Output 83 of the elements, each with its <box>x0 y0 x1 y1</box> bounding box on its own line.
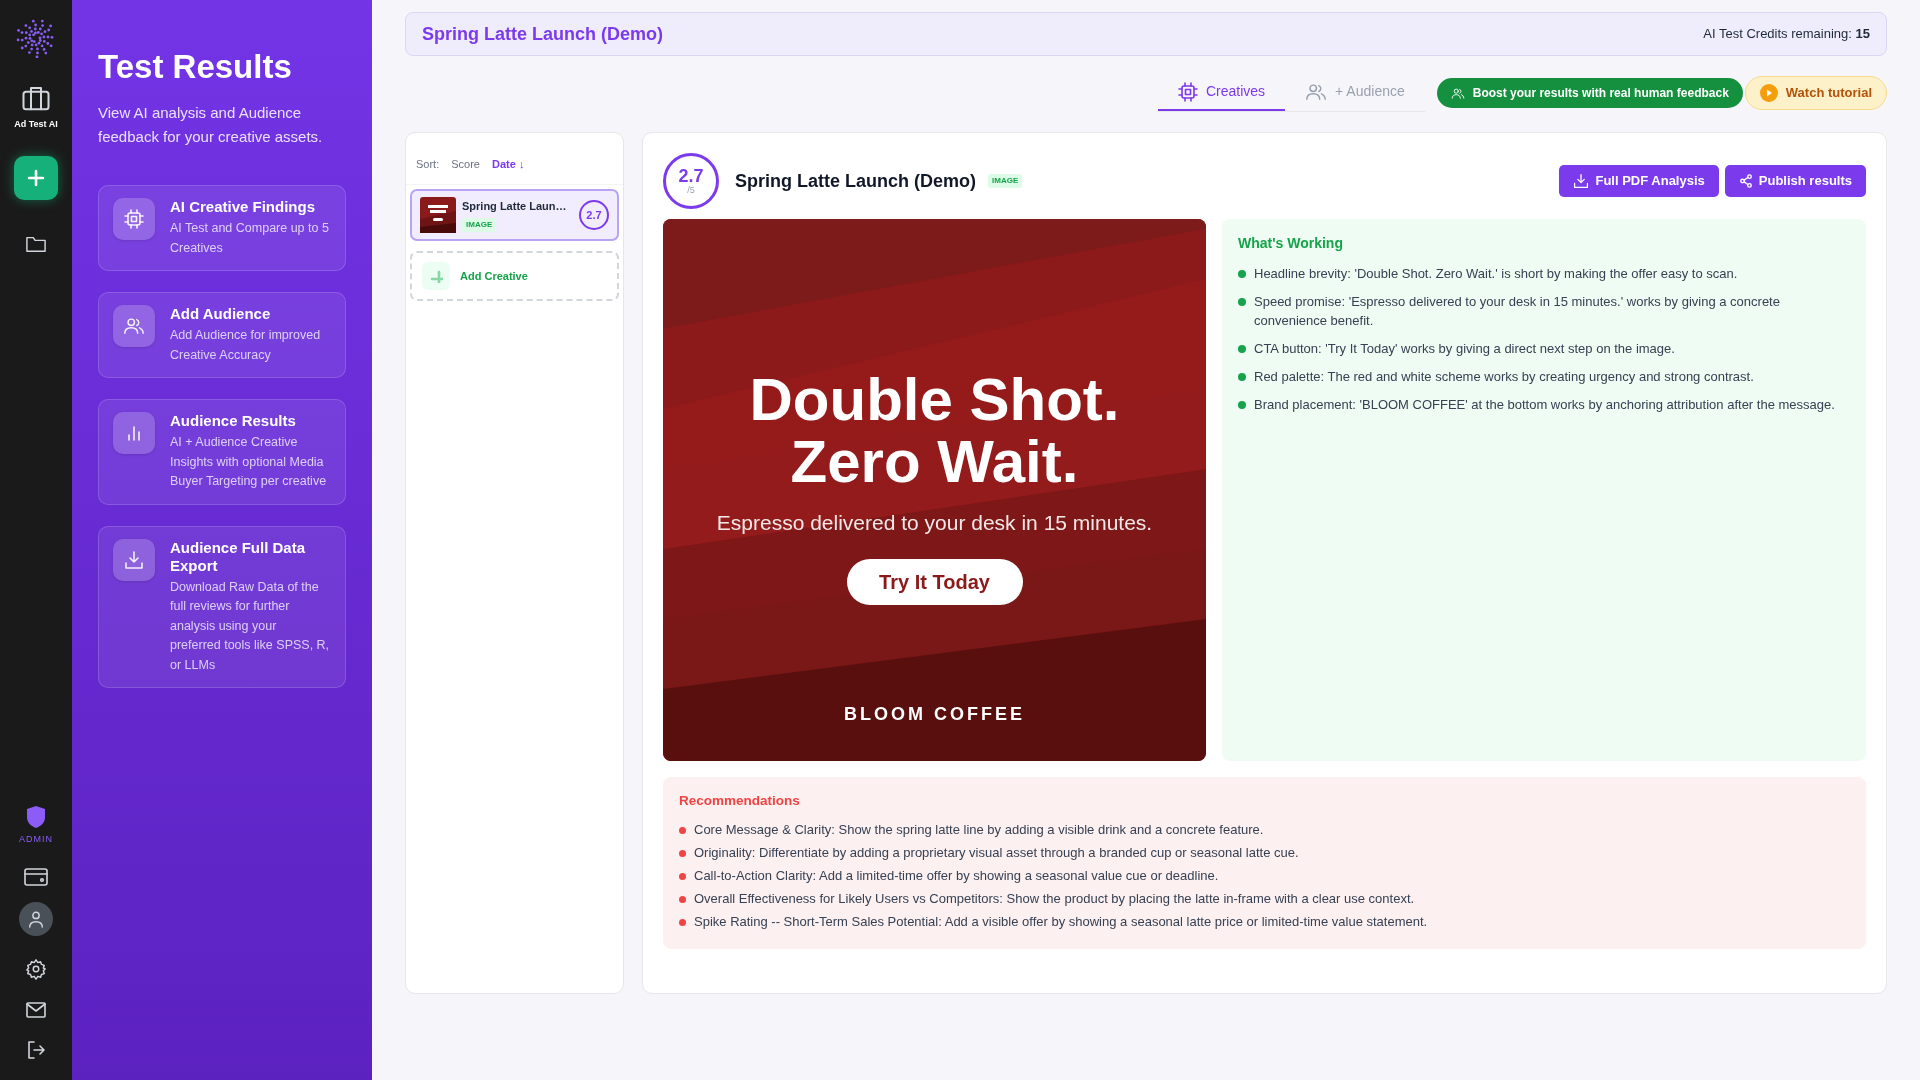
working-item: Headline brevity: 'Double Shot. Zero Wait.' is short by making the offer easy to scan. <box>1254 265 1738 283</box>
play-icon <box>1759 84 1778 102</box>
ad-subline: Espresso delivered to your desk in 15 minutes. <box>716 510 1153 536</box>
user-avatar[interactable] <box>19 902 53 936</box>
share-icon <box>1738 174 1753 188</box>
feature-description: AI + Audience Creative Insights with optional Media Buyer Targeting per creative <box>170 434 328 491</box>
feature-card[interactable]: AI Creative Findings AI Test and Compare up to 5 Creatives <box>98 185 346 272</box>
bullet-icon <box>1238 298 1246 306</box>
creative-name: Spring Latte Laun… <box>462 199 568 215</box>
feature-icon <box>113 412 155 455</box>
project-title: Spring Latte Launch (Demo) <box>422 22 663 46</box>
feature-card[interactable]: Audience Results AI + Audience Creative Insights with optional Media Buyer Targeting per creative <box>98 399 346 505</box>
score-value: 2.7 <box>678 167 704 185</box>
bullet-icon <box>1238 373 1246 381</box>
feature-description: Add Audience for improved Creative Accuracy <box>170 327 322 364</box>
score-badge: 2.7 <box>579 200 609 230</box>
recommendation-item: Spike Rating -- Short-Term Sales Potential: Add a visible offer by showing a seasonal latte price or limited-time value statement. <box>694 914 1428 930</box>
plus-icon <box>26 167 46 188</box>
feature-title: Audience Results <box>170 412 297 431</box>
bullet-icon <box>1238 401 1246 409</box>
feature-card[interactable]: Add Audience Add Audience for improved Creative Accuracy <box>98 292 346 379</box>
sort-label: Sort: <box>416 157 440 173</box>
sort-option[interactable]: Date ↓ <box>492 156 525 173</box>
working-item: Red palette: The red and white scheme works by creating urgency and strong contrast. <box>1254 368 1754 386</box>
section-title: Recommendations <box>679 792 801 810</box>
feature-description: Download Raw Data of the full reviews for further analysis using your preferred tools like SPSS, R, or LLMs <box>170 578 330 674</box>
feature-title: Add Audience <box>170 305 272 324</box>
billing-card-icon[interactable] <box>24 868 48 886</box>
ad-test-nav[interactable]: Ad Test AI <box>14 84 58 132</box>
feature-icon <box>113 198 155 241</box>
publish-results-button[interactable]: Publish results <box>1724 165 1866 197</box>
add-creative-button[interactable]: Add Creative <box>410 251 619 301</box>
bullet-icon <box>679 850 686 858</box>
credits-text: AI Test Credits remaining: 15 <box>1703 25 1870 44</box>
briefcase-icon <box>21 84 51 112</box>
ad-headline: Zero Wait. <box>790 431 1079 493</box>
sort-option[interactable]: Score <box>451 156 480 173</box>
watch-tutorial-button[interactable]: Watch tutorial <box>1744 76 1887 110</box>
creative-list-item[interactable]: Spring Latte Laun… IMAGE 2.7 <box>410 189 619 241</box>
feature-title: Audience Full Data Export <box>170 538 307 575</box>
tab[interactable]: Creatives <box>1157 74 1286 111</box>
download-icon <box>1573 173 1590 189</box>
ad-headline: Double Shot. <box>749 369 1120 431</box>
feature-description: AI Test and Compare up to 5 Creatives <box>170 220 330 257</box>
section-title: What's Working <box>1238 234 1344 253</box>
page-subtitle: View AI analysis and Audience feedback for your creative assets. <box>98 103 324 148</box>
bullet-icon <box>1238 270 1246 278</box>
settings-icon[interactable] <box>25 958 47 980</box>
shield-icon <box>26 804 46 829</box>
logo-icon <box>16 18 56 58</box>
boost-button[interactable]: Boost your results with real human feedback <box>1436 78 1743 108</box>
image-tag: IMAGE <box>988 174 1023 188</box>
feature-icon <box>113 538 155 581</box>
pdf-analysis-button[interactable]: Full PDF Analysis <box>1559 165 1719 197</box>
bullet-icon <box>679 873 686 881</box>
ad-brand: BLOOM COFFEE <box>844 702 1025 726</box>
feature-icon <box>113 305 155 348</box>
plus-icon <box>422 262 450 290</box>
recommendation-item: Originality: Differentiate by adding a proprietary visual asset through a branded cup or seasonal latte cue. <box>694 845 1299 861</box>
creative-title: Spring Latte Launch (Demo) <box>735 169 976 193</box>
recommendation-item: Overall Effectiveness for Likely Users vs Competitors: Show the product by placing the latte in-frame with a clear use context. <box>694 891 1415 907</box>
bullet-icon <box>1238 345 1246 353</box>
people-icon <box>1305 81 1328 102</box>
score-max: /5 <box>687 186 695 195</box>
recommendation-item: Call-to-Action Clarity: Add a limited-time offer by showing a seasonal value cue or deadline. <box>694 868 1219 884</box>
working-item: CTA button: 'Try It Today' works by giving a direct next step on the image. <box>1254 340 1675 358</box>
feature-title: AI Creative Findings <box>170 198 317 217</box>
admin-nav[interactable]: ADMIN <box>19 804 53 846</box>
bullet-icon <box>679 896 686 904</box>
working-item: Brand placement: 'BLOOM COFFEE' at the bottom works by anchoring attribution after the message. <box>1254 396 1835 414</box>
bullet-icon <box>679 919 686 927</box>
people-icon <box>1450 86 1465 100</box>
logout-icon[interactable] <box>26 1040 46 1060</box>
new-test-button[interactable] <box>14 155 58 200</box>
creative-thumbnail <box>420 197 456 233</box>
bullet-icon <box>679 827 686 835</box>
chip-icon <box>1177 81 1198 102</box>
image-tag: IMAGE <box>462 217 497 232</box>
feature-card[interactable]: Audience Full Data Export Download Raw Data of the full reviews for further analysis using your preferred tools like SPSS, R, or LLMs <box>98 525 346 689</box>
working-item: Speed promise: 'Espresso delivered to your desk in 15 minutes.' works by giving a concrete convenience benefit. <box>1254 293 1781 330</box>
mail-icon[interactable] <box>26 1002 46 1018</box>
page-title: Test Results <box>98 47 293 87</box>
recommendation-item: Core Message & Clarity: Show the spring latte line by adding a visible drink and a concrete feature. <box>694 822 1264 838</box>
